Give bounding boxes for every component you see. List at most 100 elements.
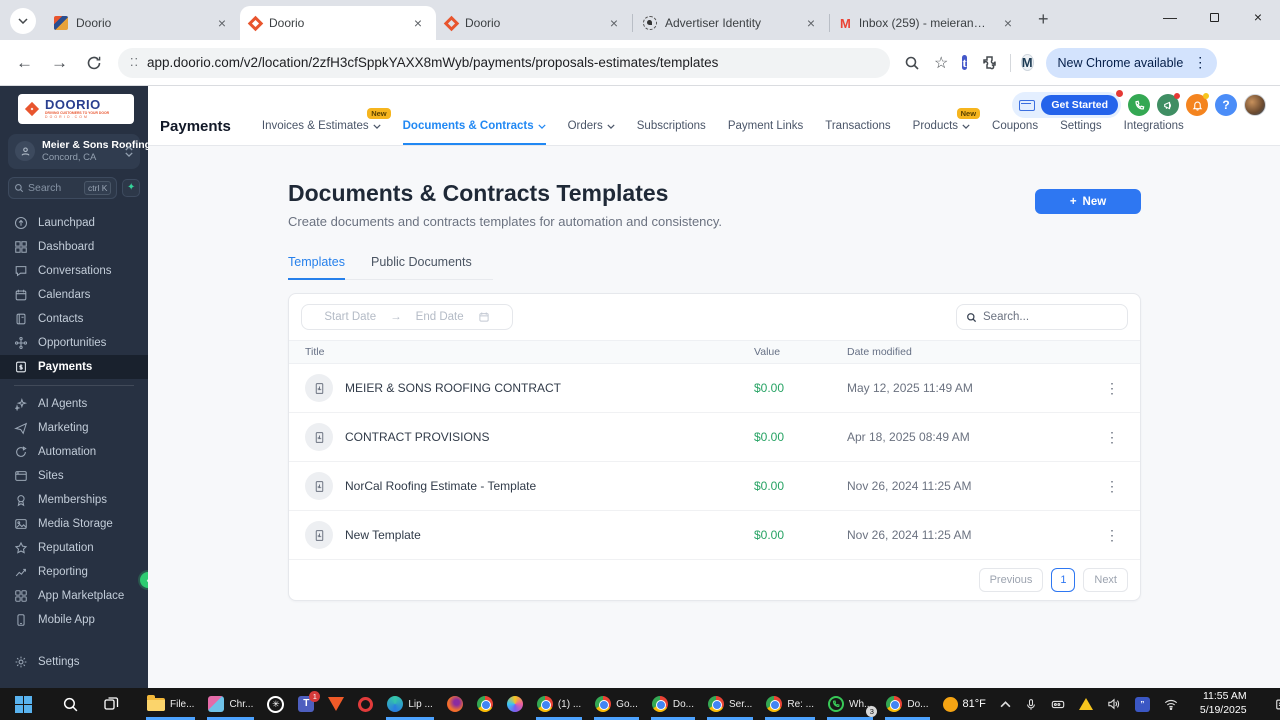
start-button[interactable] xyxy=(8,688,39,720)
taskbar-clock[interactable]: 11:55 AM 5/19/2025 xyxy=(1193,688,1254,720)
next-page-button[interactable]: Next xyxy=(1083,568,1128,592)
nav-orders[interactable]: Orders xyxy=(568,120,615,145)
sidebar-item-automation[interactable]: Automation xyxy=(0,440,148,464)
new-tab-button[interactable]: + xyxy=(1038,9,1049,30)
browser-tab-doorio-2-active[interactable]: Doorio × xyxy=(240,6,436,40)
nav-settings[interactable]: Settings xyxy=(1060,120,1102,145)
tab-close-icon[interactable]: × xyxy=(214,15,230,31)
nav-integrations[interactable]: Integrations xyxy=(1124,120,1184,145)
site-info-icon[interactable]: ⁚⁚ xyxy=(130,56,139,69)
start-date-field[interactable]: Start Date xyxy=(324,311,376,323)
taskbar-window-chrome-5[interactable]: Re: ... xyxy=(759,688,821,720)
tab-close-icon[interactable]: × xyxy=(606,15,622,31)
help-button[interactable]: ? xyxy=(1215,94,1237,116)
sidebar-item-sites[interactable]: Sites xyxy=(0,464,148,488)
forward-button[interactable]: → xyxy=(51,53,68,73)
new-template-button[interactable]: + New xyxy=(1035,189,1141,214)
tray-microphone[interactable] xyxy=(1018,688,1044,720)
tab-close-icon[interactable]: × xyxy=(410,15,426,31)
sidebar-item-reporting[interactable]: Reporting xyxy=(0,560,148,584)
taskbar-chatgpt[interactable]: ✳ xyxy=(260,688,291,720)
taskbar-opera[interactable] xyxy=(351,688,380,720)
sidebar-item-calendars[interactable]: Calendars xyxy=(0,283,148,307)
address-bar[interactable]: ⁚⁚ app.doorio.com/v2/location/2zfH3cfSpp… xyxy=(118,47,890,78)
sidebar-item-payments[interactable]: Payments xyxy=(0,354,148,379)
taskbar-window-chrome-1[interactable]: (1) ... xyxy=(530,688,588,720)
tray-wifi[interactable] xyxy=(1157,688,1185,720)
table-search[interactable] xyxy=(956,304,1128,330)
sidebar-item-conversations[interactable]: Conversations xyxy=(0,259,148,283)
task-view-button[interactable] xyxy=(96,688,126,720)
sidebar-item-settings[interactable]: Settings xyxy=(0,650,148,674)
previous-page-button[interactable]: Previous xyxy=(978,568,1044,592)
profile-avatar[interactable]: M xyxy=(1020,53,1034,71)
tab-search-button[interactable] xyxy=(10,8,36,34)
table-search-input[interactable] xyxy=(983,311,1103,323)
row-menu-icon[interactable]: ⋮ xyxy=(1082,527,1142,544)
sidebar-item-memberships[interactable]: Memberships xyxy=(0,488,148,512)
tab-public-documents[interactable]: Public Documents xyxy=(371,255,472,280)
taskbar-window-photos[interactable]: Chr... xyxy=(201,688,260,720)
row-title[interactable]: MEIER & SONS ROOFING CONTRACT xyxy=(345,381,561,395)
sidebar-item-contacts[interactable]: Contacts xyxy=(0,307,148,331)
sidebar-item-app-marketplace[interactable]: App Marketplace xyxy=(0,584,148,608)
taskbar-copilot[interactable] xyxy=(500,688,530,720)
user-avatar[interactable] xyxy=(1244,94,1266,116)
tray-volume[interactable] xyxy=(1100,688,1128,720)
browser-tab-doorio-3[interactable]: Doorio × xyxy=(436,6,632,40)
taskbar-window-chrome-2[interactable]: Go... xyxy=(588,688,645,720)
sidebar-item-reputation[interactable]: Reputation xyxy=(0,536,148,560)
taskbar-brave[interactable] xyxy=(321,688,351,720)
taskbar-window-file-explorer[interactable]: File... xyxy=(140,688,201,720)
chrome-menu-icon[interactable]: ⋮ xyxy=(1189,54,1211,71)
sidebar-item-marketing[interactable]: Marketing xyxy=(0,416,148,440)
weather-widget[interactable]: 81°F xyxy=(936,688,993,720)
sidebar-search-input[interactable] xyxy=(28,181,80,194)
get-started-button[interactable]: Get Started xyxy=(1041,95,1118,115)
nav-payment-links[interactable]: Payment Links xyxy=(728,120,803,145)
end-date-field[interactable]: End Date xyxy=(416,311,464,323)
nav-subscriptions[interactable]: Subscriptions xyxy=(637,120,706,145)
browser-tab-gmail-inbox[interactable]: M Inbox (259) - meierandsonsro × xyxy=(830,6,1026,40)
row-title[interactable]: NorCal Roofing Estimate - Template xyxy=(345,479,536,493)
table-row[interactable]: CONTRACT PROVISIONS $0.00 Apr 18, 2025 0… xyxy=(289,413,1140,462)
close-button[interactable]: × xyxy=(1236,0,1280,34)
search-tabs-icon[interactable] xyxy=(904,55,920,71)
minimize-button[interactable]: — xyxy=(1148,0,1192,34)
tray-expand-button[interactable] xyxy=(993,688,1018,720)
notifications-button[interactable] xyxy=(1186,93,1209,116)
get-started-wrap[interactable]: Get Started xyxy=(1012,90,1123,118)
tray-app-blue[interactable]: ” xyxy=(1128,688,1157,720)
row-title[interactable]: CONTRACT PROVISIONS xyxy=(345,430,489,444)
nav-coupons[interactable]: Coupons xyxy=(992,120,1038,145)
reload-button[interactable] xyxy=(86,55,102,71)
account-switcher[interactable]: Meier & Sons Roofing Concord, CA xyxy=(8,133,151,169)
tab-templates[interactable]: Templates xyxy=(288,255,345,280)
extension-t-icon[interactable]: t xyxy=(962,54,967,70)
table-row[interactable]: New Template $0.00 Nov 26, 2024 11:25 AM… xyxy=(289,511,1140,560)
back-button[interactable]: ← xyxy=(16,53,33,73)
nav-transactions[interactable]: Transactions xyxy=(825,120,890,145)
taskbar-search-button[interactable] xyxy=(55,688,86,720)
table-row[interactable]: MEIER & SONS ROOFING CONTRACT $0.00 May … xyxy=(289,364,1140,413)
taskbar-window-chrome-6[interactable]: Do... xyxy=(879,688,935,720)
sidebar-item-mobile-app[interactable]: Mobile App xyxy=(0,608,148,632)
restore-button[interactable] xyxy=(1192,0,1236,34)
tray-device[interactable] xyxy=(1044,688,1072,720)
taskbar-teams[interactable]: T 1 xyxy=(291,688,321,720)
taskbar-window-chrome-3[interactable]: Do... xyxy=(645,688,701,720)
doorio-logo[interactable]: DOORIO DRIVING CUSTOMERS TO YOUR DOOR D … xyxy=(18,94,134,124)
row-menu-icon[interactable]: ⋮ xyxy=(1082,478,1142,495)
page-number[interactable]: 1 xyxy=(1051,568,1076,592)
sidebar-item-media-storage[interactable]: Media Storage xyxy=(0,512,148,536)
phone-button[interactable] xyxy=(1128,94,1150,116)
nav-products[interactable]: Products New xyxy=(913,108,981,145)
tab-close-icon[interactable]: × xyxy=(1000,15,1016,31)
taskbar-chrome[interactable] xyxy=(470,688,500,720)
chrome-update-pill[interactable]: New Chrome available ⋮ xyxy=(1045,47,1218,78)
bookmark-star-icon[interactable]: ☆ xyxy=(934,53,948,73)
notification-center-button[interactable]: 2 xyxy=(1268,688,1280,720)
tray-google-drive[interactable] xyxy=(1072,688,1100,720)
nav-documents-contracts[interactable]: Documents & Contracts xyxy=(402,120,546,145)
sidebar-item-opportunities[interactable]: Opportunities xyxy=(0,331,148,355)
